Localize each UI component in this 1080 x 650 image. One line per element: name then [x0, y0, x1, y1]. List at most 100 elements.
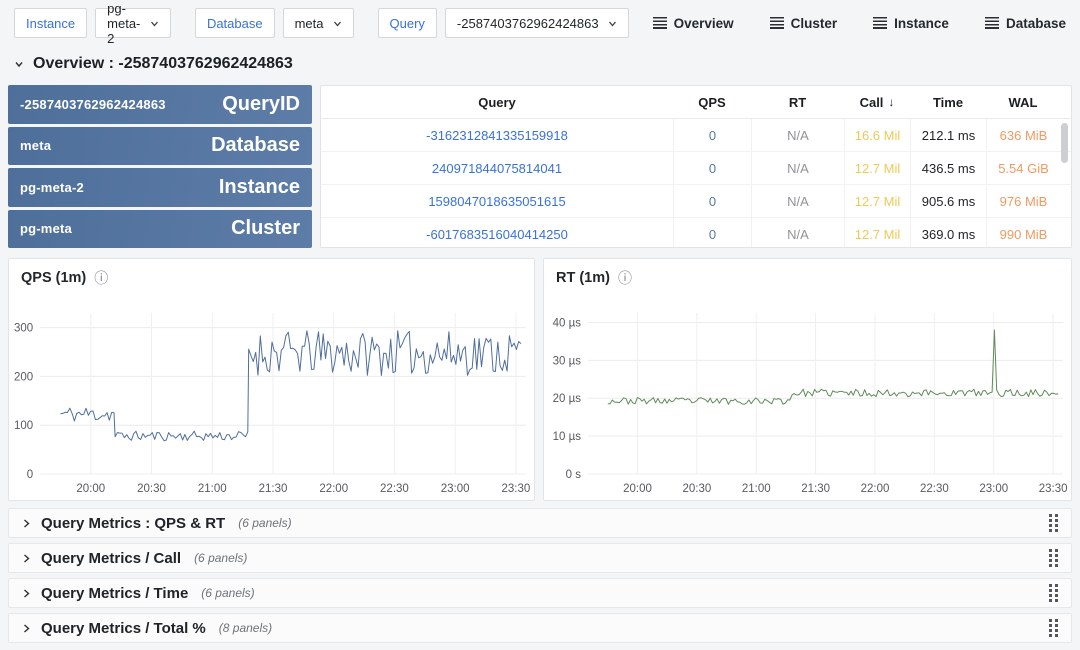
chevron-right-icon	[21, 588, 32, 599]
drag-handle-icon[interactable]	[1049, 584, 1059, 603]
cell-query[interactable]: -6017683516040414250	[321, 218, 673, 248]
cell-wal: 636 MiB	[986, 119, 1060, 151]
column-header-label: Query	[478, 95, 516, 110]
cell-call: 12.7 Mil	[844, 185, 910, 217]
table-row: -3162312841335159918 0 N/A 16.6 Mil 212.1 ms…	[321, 119, 1071, 152]
cell-wal: 976 MiB	[986, 185, 1060, 217]
var-group-database: Databasemeta	[195, 8, 354, 38]
section-row-query-metrics-time[interactable]: Query Metrics / Time (6 panels)	[8, 578, 1072, 608]
list-icon	[653, 17, 667, 29]
chevron-down-icon	[13, 58, 25, 70]
svg-text:100: 100	[14, 420, 33, 432]
cell-value-time: 212.1 ms	[922, 128, 975, 143]
column-header-label: Call	[860, 95, 884, 110]
collapsed-row-panel-count: (8 panels)	[219, 621, 272, 635]
chevron-right-icon	[21, 518, 32, 529]
cell-value-call: 12.7 Mil	[855, 161, 901, 176]
column-header-rt[interactable]: RT	[751, 86, 844, 118]
svg-text:30 µs: 30 µs	[553, 355, 582, 367]
cell-value-rt: N/A	[787, 161, 809, 176]
table-row: -60176835160404142500N/A12.7 Mil369.0 ms…	[321, 218, 1071, 248]
svg-text:21:00: 21:00	[198, 483, 227, 495]
column-header-call[interactable]: Call↓	[844, 86, 910, 118]
column-header-time[interactable]: Time	[910, 86, 986, 118]
nav-link-label: Overview	[674, 16, 734, 31]
table-row: 15980470186350516150N/A12.7 Mil905.6 ms9…	[321, 185, 1071, 218]
cell-query[interactable]: 240971844075814041	[321, 152, 673, 184]
cell-wal: 990 MiB	[986, 218, 1060, 248]
cell-value-call: 16.6 Mil	[855, 128, 901, 143]
stat-label: Database	[211, 134, 300, 157]
var-value-text: pg-meta-2	[107, 1, 141, 46]
var-select-database[interactable]: meta	[283, 8, 354, 38]
rt-chart-panel: RT (1m) ⓘ 0 s10 µs20 µs30 µs40 µs20:0020…	[543, 258, 1072, 501]
cell-value-rt: N/A	[787, 194, 809, 209]
var-label-query: Query	[378, 8, 437, 38]
stat-card-database: meta Database	[8, 127, 312, 166]
cell-value-qps: 0	[709, 227, 716, 242]
cell-call: 16.6 Mil	[844, 119, 910, 151]
stat-value: meta	[20, 138, 51, 153]
svg-text:21:00: 21:00	[742, 483, 771, 495]
list-icon	[985, 17, 999, 29]
cell-value-wal: 990 MiB	[1000, 227, 1048, 242]
nav-link-cluster[interactable]: Cluster	[770, 16, 838, 31]
cell-qps: 0	[673, 152, 751, 184]
qps-chart-panel: QPS (1m) ⓘ 010020030020:0020:3021:0021:3…	[8, 258, 535, 501]
svg-text:0: 0	[27, 469, 33, 481]
var-select-instance[interactable]: pg-meta-2	[95, 8, 171, 38]
cell-value-rt: N/A	[787, 128, 809, 143]
svg-text:21:30: 21:30	[259, 483, 288, 495]
table-row: 2409718440758140410N/A12.7 Mil436.5 ms5.…	[321, 152, 1071, 185]
drag-handle-icon[interactable]	[1049, 549, 1059, 568]
qps-chart: 010020030020:0020:3021:0021:3022:0022:30…	[9, 293, 534, 500]
var-select-query[interactable]: -2587403762962424863	[445, 8, 629, 38]
section-row-overview[interactable]: Overview : -2587403762962424863	[0, 48, 293, 80]
drag-handle-icon[interactable]	[1049, 619, 1059, 638]
info-icon[interactable]: ⓘ	[618, 271, 632, 285]
cell-query[interactable]: 1598047018635051615	[321, 185, 673, 217]
cell-call: 12.7 Mil	[844, 152, 910, 184]
stat-label: QueryID	[222, 93, 300, 116]
collapsed-row-title: Query Metrics / Time	[41, 585, 188, 602]
cell-value-query: 240971844075814041	[432, 161, 562, 176]
cell-value-wal: 5.54 GiB	[998, 161, 1049, 176]
section-row-query-metrics-qps-rt[interactable]: Query Metrics : QPS & RT(6 panels)	[8, 508, 1072, 538]
dashboard-toolbar: Instancepg-meta-2DatabasemetaQuery-25874…	[0, 0, 1080, 46]
cell-value-call: 12.7 Mil	[855, 227, 901, 242]
svg-text:22:00: 22:00	[861, 483, 890, 495]
nav-link-label: Instance	[894, 16, 949, 31]
svg-text:200: 200	[14, 371, 33, 383]
nav-link-label: Database	[1006, 16, 1066, 31]
var-value-text: -2587403762962424863	[457, 16, 599, 31]
column-header-query[interactable]: Query	[321, 86, 673, 118]
column-header-wal[interactable]: WAL	[986, 86, 1060, 118]
cell-value-qps: 0	[709, 161, 716, 176]
svg-text:10 µs: 10 µs	[553, 431, 582, 443]
nav-link-instance[interactable]: Instance	[873, 16, 949, 31]
nav-link-overview[interactable]: Overview	[653, 16, 734, 31]
nav-link-label: Cluster	[791, 16, 838, 31]
nav-link-database[interactable]: Database	[985, 16, 1066, 31]
qps-panel-title: QPS (1m)	[21, 270, 86, 286]
table-scrollbar[interactable]	[1061, 123, 1068, 163]
cell-value-qps: 0	[709, 128, 716, 143]
section-row-query-metrics-total[interactable]: Query Metrics / Total %(8 panels)	[8, 613, 1072, 643]
cell-time: 212.1 ms	[910, 119, 986, 151]
stat-label: Instance	[219, 176, 300, 199]
column-header-qps[interactable]: QPS	[673, 86, 751, 118]
collapsed-row-panel-count: (6 panels)	[201, 586, 254, 600]
rt-chart: 0 s10 µs20 µs30 µs40 µs20:0020:3021:0021…	[544, 293, 1071, 500]
svg-text:23:30: 23:30	[501, 483, 530, 495]
var-group-query: Query -2587403762962424863	[378, 8, 629, 38]
chevron-down-icon	[333, 19, 342, 28]
svg-text:23:00: 23:00	[441, 483, 470, 495]
svg-text:20 µs: 20 µs	[553, 393, 582, 405]
drag-handle-icon[interactable]	[1049, 514, 1059, 533]
collapsed-row-title: Query Metrics / Call	[41, 550, 181, 567]
cell-call: 12.7 Mil	[844, 218, 910, 248]
info-icon[interactable]: ⓘ	[94, 271, 108, 285]
svg-text:21:30: 21:30	[801, 483, 830, 495]
cell-query[interactable]: -3162312841335159918	[321, 119, 673, 151]
section-row-query-metrics-call[interactable]: Query Metrics / Call(6 panels)	[8, 543, 1072, 573]
